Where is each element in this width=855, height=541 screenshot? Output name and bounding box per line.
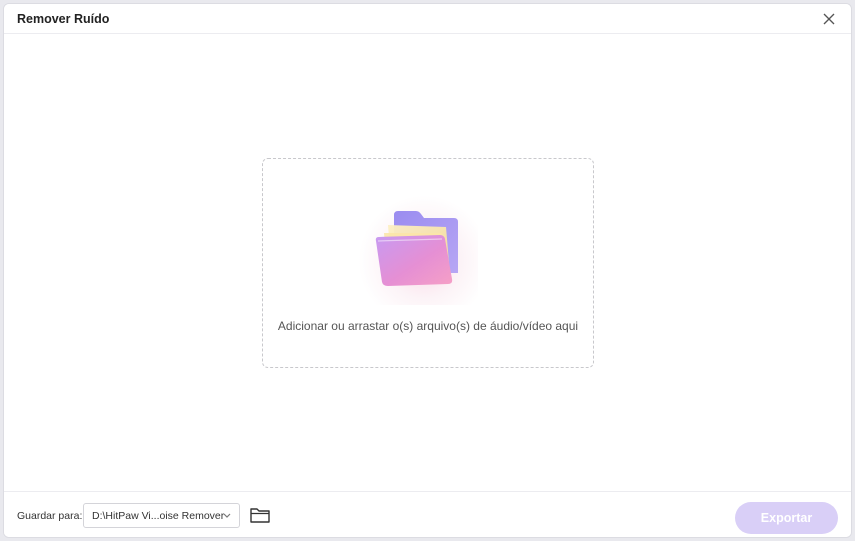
file-drop-zone[interactable]: Adicionar ou arrastar o(s) arquivo(s) de…	[262, 158, 594, 368]
window-title: Remover Ruído	[17, 12, 110, 26]
chevron-down-icon	[223, 513, 231, 518]
folder-icon	[375, 211, 458, 286]
folder-illustration	[358, 195, 478, 305]
save-path-value: D:\HitPaw Vi...oise Remover	[92, 510, 225, 522]
export-button[interactable]: Exportar	[735, 502, 838, 534]
app-window: Remover Ruído Adicionar ou arrastar o(s)…	[3, 3, 852, 538]
close-button[interactable]	[819, 9, 839, 29]
footer-bar: Guardar para: D:\HitPaw Vi...oise Remove…	[4, 491, 851, 537]
save-path-dropdown[interactable]: D:\HitPaw Vi...oise Remover	[83, 503, 240, 528]
close-icon	[823, 13, 835, 25]
main-content: Adicionar ou arrastar o(s) arquivo(s) de…	[4, 35, 851, 491]
browse-folder-button[interactable]	[249, 506, 271, 524]
drop-zone-instruction: Adicionar ou arrastar o(s) arquivo(s) de…	[277, 319, 579, 333]
folder-open-icon	[250, 508, 270, 523]
save-to-label: Guardar para:	[17, 510, 83, 522]
title-bar: Remover Ruído	[4, 4, 851, 34]
